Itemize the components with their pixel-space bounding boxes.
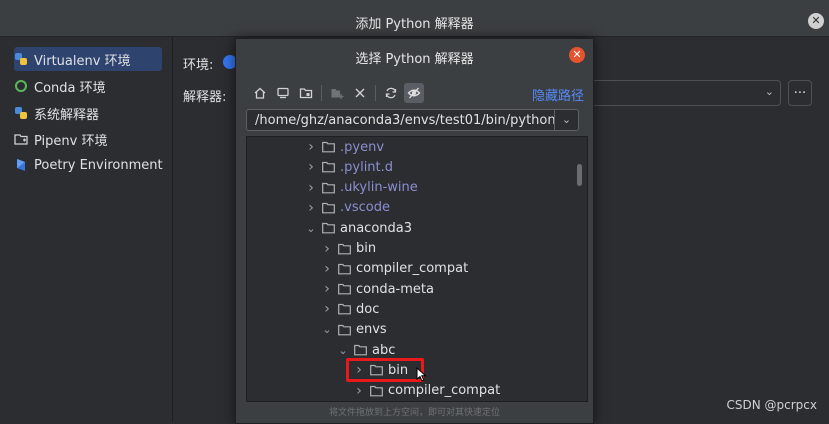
- python-icon: [14, 106, 28, 120]
- folder-icon: [338, 303, 351, 315]
- tree-item-label: abc: [372, 342, 396, 358]
- show-hidden-icon[interactable]: [404, 83, 424, 103]
- drag-drop-hint: 将文件拖放到上方空间，即可对其快速定位: [328, 408, 500, 418]
- sidebar-item-poetry[interactable]: Poetry Environment: [14, 153, 163, 177]
- watermark-text: CSDN @pcrpcx: [726, 398, 818, 412]
- tree-item-label: envs: [356, 322, 387, 338]
- tree-item-label: conda-meta: [356, 281, 434, 297]
- poetry-icon: [14, 158, 28, 172]
- environment-label: 环境:: [183, 58, 214, 73]
- conda-icon: [14, 79, 28, 93]
- tree-row[interactable]: ⌄ anaconda3: [303, 218, 412, 238]
- sidebar-item-label: Poetry Environment: [34, 157, 163, 173]
- folder-icon: [370, 385, 383, 397]
- chevron-right-icon[interactable]: ›: [319, 241, 335, 257]
- tree-item-label: .pylint.d: [340, 159, 394, 175]
- folder-icon: [322, 222, 335, 234]
- project-icon[interactable]: [296, 83, 316, 103]
- folder-icon: [338, 283, 351, 295]
- chevron-right-icon[interactable]: ›: [303, 200, 319, 216]
- sidebar-item-virtualenv[interactable]: Virtualenv 环境: [14, 47, 162, 71]
- folder-icon: [354, 344, 367, 356]
- sidebar-item-label: Virtualenv 环境: [34, 53, 131, 69]
- folder-icon: [322, 161, 335, 173]
- path-history-dropdown[interactable]: ⌄: [554, 109, 579, 131]
- sidebar-item-label: Pipenv 环境: [34, 133, 108, 149]
- selection-highlight-annotation: [346, 358, 424, 382]
- dialog-close-button[interactable]: ✕: [569, 47, 585, 63]
- tree-item-label: doc: [356, 301, 380, 317]
- select-interpreter-dialog: 选择 Python 解释器 ✕ 隐藏路径 /home/ghz/anaconda3…: [235, 38, 594, 424]
- interpreter-combobox[interactable]: ⌄: [590, 80, 781, 106]
- hide-path-link[interactable]: 隐藏路径: [532, 85, 584, 104]
- chevron-down-icon[interactable]: ⌄: [335, 344, 351, 357]
- file-chooser-toolbar: [250, 82, 427, 104]
- tree-row[interactable]: › .pyenv: [303, 137, 384, 157]
- mouse-cursor-icon: [416, 366, 427, 386]
- tree-row[interactable]: › conda-meta: [319, 279, 434, 299]
- home-icon[interactable]: [250, 83, 270, 103]
- chevron-down-icon: ⌄: [764, 85, 774, 98]
- interpreter-label: 解释器:: [183, 90, 227, 105]
- chevron-right-icon[interactable]: ›: [351, 383, 367, 399]
- path-input[interactable]: /home/ghz/anaconda3/envs/test01/bin/pyth…: [246, 109, 564, 131]
- folder-icon: [338, 243, 351, 255]
- chevron-right-icon[interactable]: ›: [303, 180, 319, 196]
- tree-row[interactable]: › .vscode: [303, 198, 390, 218]
- tree-row[interactable]: › bin: [319, 239, 376, 259]
- tree-item-label: bin: [356, 241, 377, 256]
- browse-button[interactable]: ...: [788, 80, 812, 106]
- folder-icon: [338, 263, 351, 275]
- sidebar-item-pipenv[interactable]: Pipenv 环境: [14, 127, 107, 151]
- tree-row[interactable]: › .pylint.d: [303, 157, 393, 177]
- refresh-icon[interactable]: [381, 83, 401, 103]
- chevron-down-icon[interactable]: ⌄: [319, 323, 335, 336]
- tree-row[interactable]: ⌄ envs: [319, 320, 387, 340]
- sidebar-item-conda[interactable]: Conda 环境: [14, 74, 106, 98]
- folder-icon: [322, 202, 335, 214]
- tree-row[interactable]: › compiler_compat: [319, 259, 468, 279]
- window-title: 添加 Python 解释器: [355, 17, 474, 32]
- desktop-icon[interactable]: [273, 83, 293, 103]
- tree-item-label: .pyenv: [340, 139, 385, 155]
- chevron-right-icon[interactable]: ›: [319, 261, 335, 277]
- folder-icon: [338, 324, 351, 336]
- sidebar-item-system[interactable]: 系统解释器: [14, 101, 99, 125]
- virtualenv-icon: [14, 52, 28, 66]
- tree-item-label: anaconda3: [340, 220, 413, 236]
- chevron-down-icon[interactable]: ⌄: [303, 222, 319, 235]
- tree-row[interactable]: › .ukylin-wine: [303, 178, 418, 198]
- dialog-title: 选择 Python 解释器: [355, 52, 474, 67]
- sidebar-item-label: 系统解释器: [34, 107, 100, 123]
- tree-item-label: compiler_compat: [388, 383, 501, 399]
- tree-item-label: .ukylin-wine: [340, 180, 418, 196]
- interpreter-type-list: Virtualenv 环境 Conda 环境 系统解释器 Pipenv 环境 P…: [0, 37, 173, 422]
- delete-icon[interactable]: [350, 83, 370, 103]
- tree-item-label: compiler_compat: [356, 261, 469, 277]
- sidebar-item-label: Conda 环境: [34, 80, 106, 96]
- toolbar-separator: [321, 85, 322, 101]
- pipenv-icon: [14, 132, 28, 146]
- chevron-right-icon[interactable]: ›: [319, 281, 335, 297]
- chevron-right-icon[interactable]: ›: [303, 139, 319, 155]
- chevron-right-icon[interactable]: ›: [303, 159, 319, 175]
- window-close-button[interactable]: ✕: [808, 13, 824, 29]
- folder-icon: [322, 182, 335, 194]
- chevron-right-icon[interactable]: ›: [319, 301, 335, 317]
- folder-icon: [322, 141, 335, 153]
- tree-item-label: .vscode: [340, 200, 390, 216]
- new-folder-icon[interactable]: [327, 83, 347, 103]
- tree-row[interactable]: ⌄ abc: [335, 340, 395, 360]
- tree-row[interactable]: › doc: [319, 299, 379, 319]
- tree-scrollbar[interactable]: [577, 164, 582, 186]
- title-bar: 添加 Python 解释器 ✕: [0, 6, 829, 37]
- toolbar-separator: [375, 85, 376, 101]
